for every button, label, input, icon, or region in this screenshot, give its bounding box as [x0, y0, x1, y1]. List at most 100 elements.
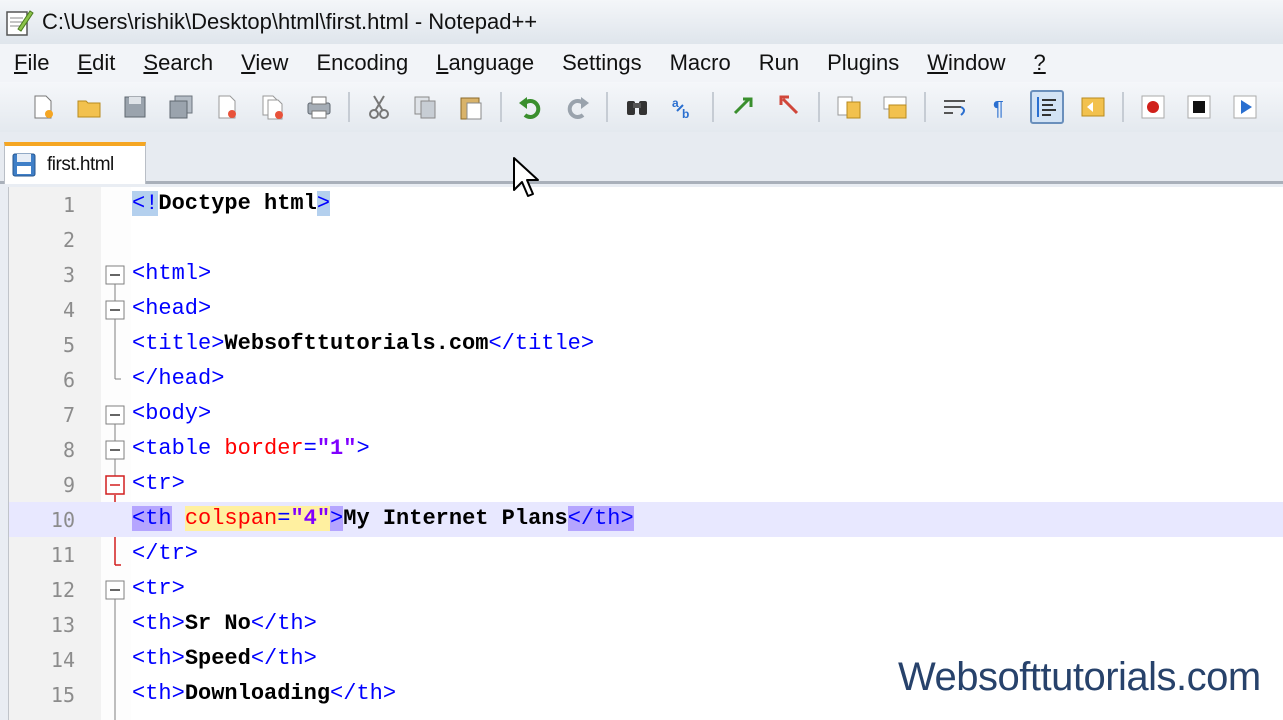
tr-tag: <tr> [132, 576, 185, 601]
menu-accelerator: E [77, 50, 93, 75]
code-line: 9 <tr> [9, 467, 1283, 502]
menu-encoding[interactable]: Encoding [316, 50, 408, 76]
replace-icon[interactable]: ab [666, 90, 700, 124]
menu-language[interactable]: Language [436, 50, 534, 76]
menu-accelerator: S [143, 50, 159, 75]
fold-collapse-icon[interactable] [105, 265, 125, 285]
save-icon[interactable] [118, 90, 152, 124]
th-text: Sr No [184, 611, 251, 636]
sync-vertical-icon[interactable] [832, 90, 866, 124]
menu-label: anguage [448, 50, 535, 75]
line-number: 3 [62, 263, 75, 287]
title-open-tag: <title> [132, 331, 225, 356]
menu-label: Macro [669, 50, 731, 75]
doc-map-icon[interactable] [1076, 90, 1110, 124]
word-wrap-icon[interactable] [938, 90, 972, 124]
line-number: 1 [62, 193, 75, 217]
code-line: 4 <head> [9, 292, 1283, 327]
line-number: 14 [50, 648, 75, 672]
menu-run[interactable]: Run [759, 50, 799, 76]
close-all-icon[interactable] [256, 90, 290, 124]
code-line: 5 <title>Websofttutorials.com</title> [9, 327, 1283, 362]
menu-label: earch [158, 50, 214, 75]
svg-text:a: a [672, 96, 679, 110]
paste-icon[interactable] [454, 90, 488, 124]
cut-icon[interactable] [362, 90, 396, 124]
code-line: 13 <th>Sr No</th> [9, 607, 1283, 642]
menu-help[interactable]: ? [1033, 50, 1045, 76]
tr-close-tag: </tr> [132, 541, 199, 566]
print-icon[interactable] [302, 90, 336, 124]
menu-plugins[interactable]: Plugins [827, 50, 899, 76]
saved-file-icon [12, 153, 36, 177]
toolbar-separator [1122, 92, 1124, 122]
menu-accelerator: ? [1033, 50, 1046, 75]
menu-label: Settings [562, 50, 642, 75]
fold-collapse-icon[interactable] [105, 405, 125, 425]
th-close-tag: </th> [330, 681, 397, 706]
stop-macro-icon[interactable] [1182, 90, 1216, 124]
body-tag: <body> [132, 401, 212, 426]
menu-label: indow [948, 50, 1006, 75]
menu-file[interactable]: File [14, 50, 49, 76]
line-number: 15 [50, 683, 75, 707]
line-number: 4 [62, 298, 75, 322]
new-file-icon[interactable] [26, 90, 60, 124]
open-file-icon[interactable] [72, 90, 106, 124]
svg-text:b: b [682, 107, 689, 121]
menu-macro[interactable]: Macro [670, 50, 731, 76]
fold-collapse-icon[interactable] [105, 440, 125, 460]
find-icon[interactable] [620, 90, 654, 124]
save-all-icon[interactable] [164, 90, 198, 124]
menu-view[interactable]: View [241, 50, 288, 76]
doctype-close: > [316, 191, 331, 216]
tab-first-html[interactable]: first.html [4, 142, 146, 184]
code-line: 8 <table border="1"> [9, 432, 1283, 467]
record-macro-icon[interactable] [1136, 90, 1170, 124]
equals: = [303, 436, 317, 461]
toolbar-separator [500, 92, 502, 122]
border-attr: border [224, 436, 304, 461]
menu-label: Plugins [827, 50, 900, 75]
fold-collapse-icon[interactable] [105, 475, 125, 495]
th-open-tag-end: > [330, 506, 344, 531]
window-title: C:\Users\rishik\Desktop\html\first.html … [42, 9, 538, 34]
code-line: 2 [9, 222, 1283, 257]
menu-settings[interactable]: Settings [562, 50, 642, 76]
title-bar: C:\Users\rishik\Desktop\html\first.html … [0, 0, 1283, 44]
copy-icon[interactable] [408, 90, 442, 124]
show-all-chars-icon[interactable]: ¶ [984, 90, 1018, 124]
sync-horizontal-icon[interactable] [878, 90, 912, 124]
toolbar: ab ¶ [0, 82, 1283, 132]
play-macro-icon[interactable] [1228, 90, 1262, 124]
toolbar-separator [606, 92, 608, 122]
equals: = [277, 506, 291, 531]
zoom-out-icon[interactable] [772, 90, 806, 124]
th-open-tag: <th> [132, 681, 185, 706]
toolbar-separator [712, 92, 714, 122]
code-line: 3 <html> [9, 257, 1283, 292]
line-number: 10 [50, 508, 75, 532]
mouse-cursor-icon [513, 157, 539, 197]
menu-accelerator: W [927, 50, 948, 75]
code-line: 6 </head> [9, 362, 1283, 397]
th-text: Speed [184, 646, 251, 671]
menu-accelerator: V [241, 50, 256, 75]
watermark: Websofttutorials.com [898, 655, 1261, 699]
line-number: 8 [62, 438, 75, 462]
colspan-attr: colspan [184, 506, 278, 531]
menu-search[interactable]: Search [143, 50, 213, 76]
fold-collapse-icon[interactable] [105, 300, 125, 320]
undo-icon[interactable] [514, 90, 548, 124]
redo-icon[interactable] [560, 90, 594, 124]
menu-window[interactable]: Window [927, 50, 1005, 76]
tab-label: first.html [47, 154, 114, 175]
zoom-in-icon[interactable] [726, 90, 760, 124]
menu-edit[interactable]: Edit [77, 50, 115, 76]
code-line: 7 <body> [9, 397, 1283, 432]
toolbar-separator [924, 92, 926, 122]
close-icon[interactable] [210, 90, 244, 124]
fold-collapse-icon[interactable] [105, 580, 125, 600]
code-editor[interactable]: 1 <!Doctype html> 2 3 <html> 4 <head> 5 … [8, 187, 1283, 720]
indent-guide-icon[interactable] [1030, 90, 1064, 124]
